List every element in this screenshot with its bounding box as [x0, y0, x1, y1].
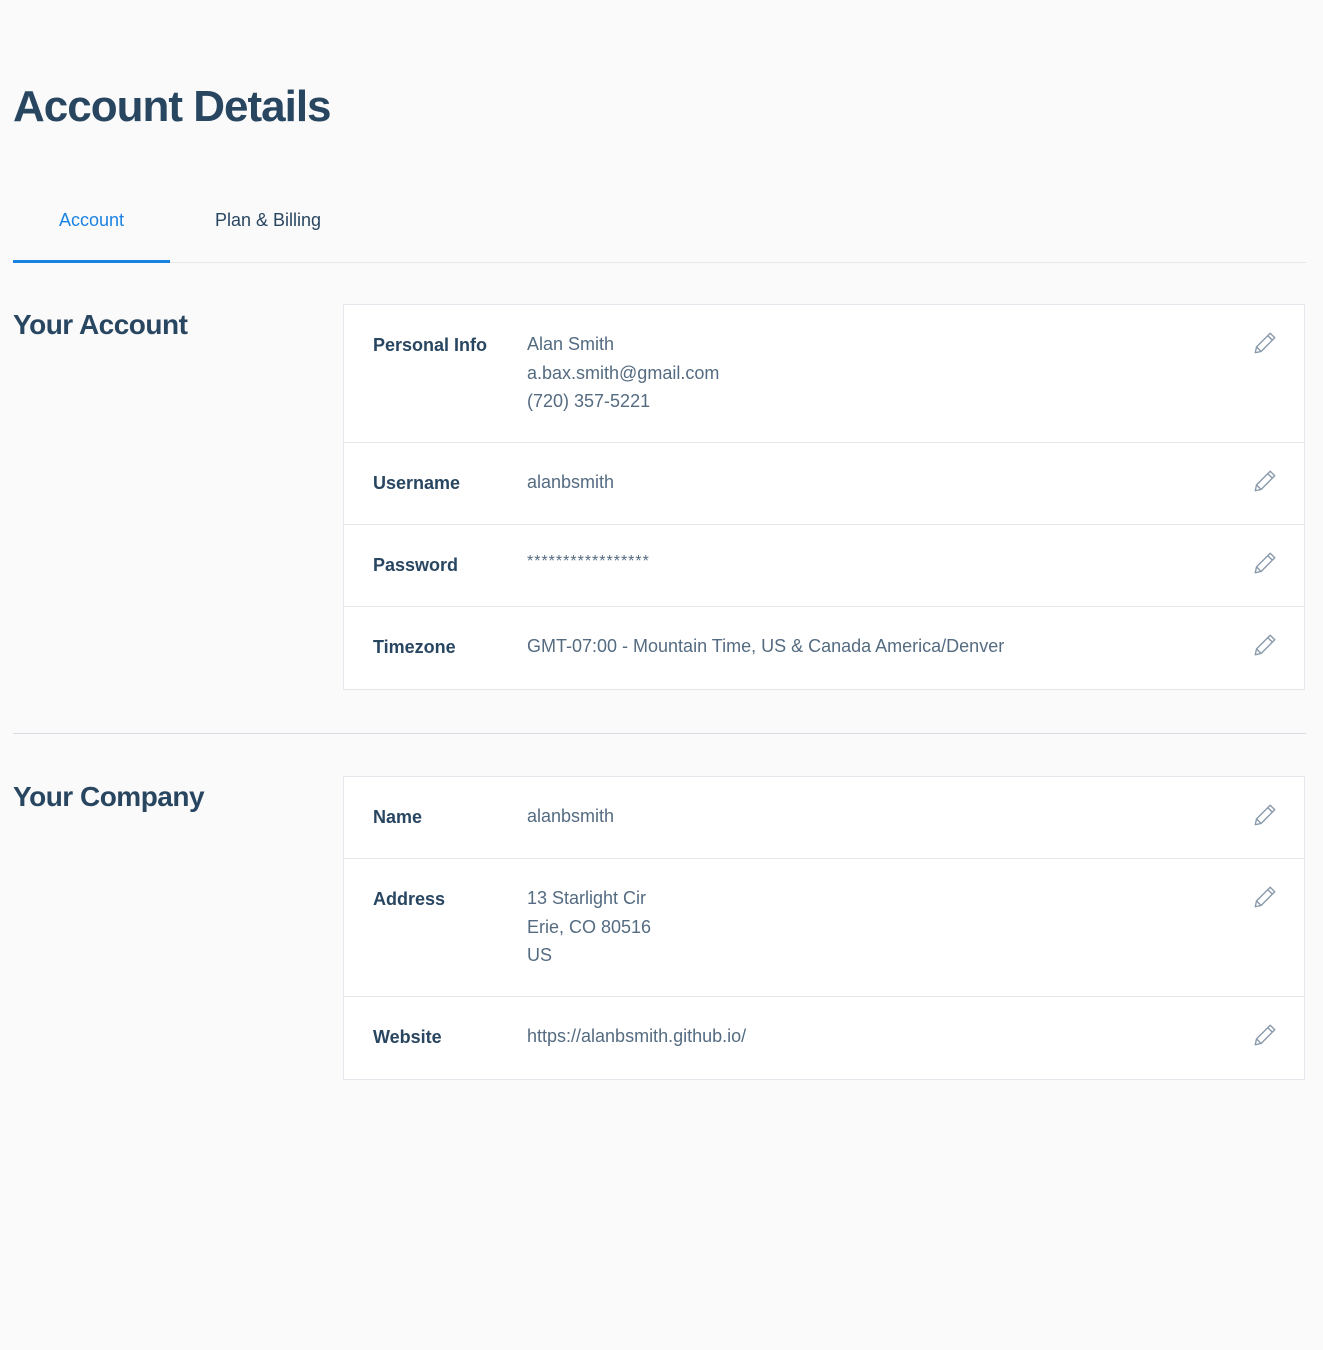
account-details-page: Account Details Account Plan & Billing Y… — [0, 0, 1323, 1350]
tab-bar: Account Plan & Billing — [13, 190, 1306, 263]
page-title: Account Details — [13, 82, 332, 131]
pencil-icon[interactable] — [1252, 550, 1278, 576]
section-title-your-account: Your Account — [13, 309, 188, 340]
row-label: Name — [373, 807, 423, 827]
tab-plan-billing[interactable]: Plan & Billing — [170, 190, 366, 261]
row-label: Personal Info — [373, 335, 488, 355]
website-value: https://alanbsmith.github.io/ — [527, 1026, 747, 1046]
address-country: US — [527, 945, 553, 965]
account-card: Personal Info Alan Smith a.bax.smith@gma… — [343, 304, 1305, 690]
row-label: Username — [373, 473, 461, 493]
company-name-value: alanbsmith — [527, 806, 615, 826]
row-address: Address 13 Starlight Cir Erie, CO 80516 … — [344, 859, 1304, 997]
company-card: Name alanbsmith Address 13 Starlight Cir… — [343, 776, 1305, 1080]
section-divider — [13, 733, 1306, 734]
timezone-value: GMT-07:00 - Mountain Time, US & Canada A… — [527, 636, 1005, 656]
address-line-1: 13 Starlight Cir — [527, 888, 647, 908]
pencil-icon[interactable] — [1252, 1022, 1278, 1048]
row-label: Website — [373, 1027, 442, 1047]
row-company-name: Name alanbsmith — [344, 777, 1304, 859]
pencil-icon[interactable] — [1252, 802, 1278, 828]
row-website: Website https://alanbsmith.github.io/ — [344, 997, 1304, 1079]
pencil-icon[interactable] — [1252, 884, 1278, 910]
section-title-your-company: Your Company — [13, 781, 205, 812]
row-value: alanbsmith — [527, 468, 614, 497]
personal-email: a.bax.smith@gmail.com — [527, 362, 720, 383]
row-value: GMT-07:00 - Mountain Time, US & Canada A… — [527, 632, 1004, 661]
row-value: Alan Smith a.bax.smith@gmail.com (720) 3… — [527, 330, 719, 416]
row-label: Password — [373, 555, 459, 575]
personal-phone: (720) 357-5221 — [527, 391, 651, 411]
row-password: Password ***************** — [344, 525, 1304, 607]
personal-name: Alan Smith — [527, 334, 615, 354]
address-line-2: Erie, CO 80516 — [527, 916, 652, 937]
pencil-icon[interactable] — [1252, 468, 1278, 494]
row-value: alanbsmith — [527, 802, 614, 831]
pencil-icon[interactable] — [1252, 330, 1278, 356]
tab-account[interactable]: Account — [13, 190, 170, 263]
row-label: Timezone — [373, 637, 456, 657]
username-value: alanbsmith — [527, 472, 615, 492]
row-label: Address — [373, 889, 446, 909]
pencil-icon[interactable] — [1252, 632, 1278, 658]
row-timezone: Timezone GMT-07:00 - Mountain Time, US &… — [344, 607, 1304, 689]
row-value: ***************** — [527, 548, 650, 577]
row-personal-info: Personal Info Alan Smith a.bax.smith@gma… — [344, 305, 1304, 443]
row-username: Username alanbsmith — [344, 443, 1304, 525]
row-value: 13 Starlight Cir Erie, CO 80516 US — [527, 884, 651, 970]
password-value: ***************** — [527, 553, 650, 570]
row-value: https://alanbsmith.github.io/ — [527, 1022, 746, 1051]
